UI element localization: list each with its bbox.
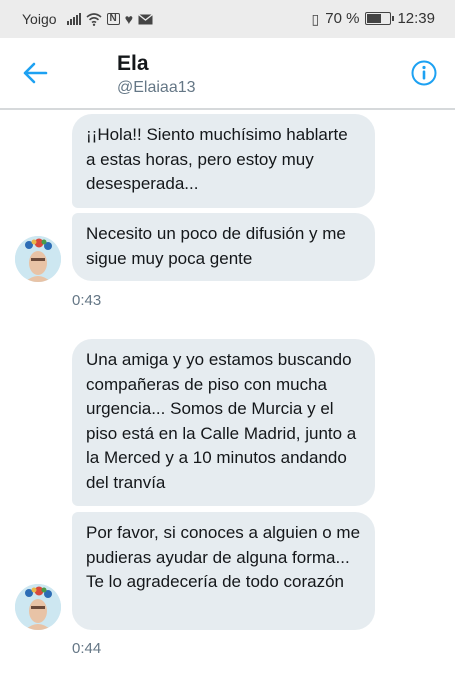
message-timestamp: 0:44 [72,640,102,657]
message-bubble[interactable]: Una amiga y yo estamos buscando compañer… [72,339,375,506]
status-left: Yoigo N ♥ [22,11,153,27]
message-timestamp: 0:43 [72,292,102,309]
avatar[interactable] [15,236,61,282]
avatar[interactable] [15,584,61,630]
conversation-header: Ela @Elaiaa13 [0,38,455,110]
mail-icon [138,13,153,24]
contact-name[interactable]: Ela [117,52,149,76]
info-icon[interactable] [411,60,437,86]
vibrate-icon: ▯ [311,10,320,27]
heart-icon: ♥ [124,11,134,27]
battery-icon [365,12,395,25]
avatar-image [15,584,61,630]
wifi-icon [86,12,102,26]
avatar-image [15,236,61,282]
message-bubble[interactable]: Necesito un poco de difusión y me sigue … [72,213,375,281]
back-arrow-icon[interactable] [22,62,48,84]
status-right: ▯ 70 % 12:39 [312,10,435,27]
battery-fill [367,14,382,23]
status-bar: Yoigo N ♥ ▯ 70 % 12:39 [0,0,455,38]
cell-signal-icon [66,13,81,25]
battery-percent: 70 % [325,10,360,27]
nfc-icon: N [106,13,120,25]
message-bubble[interactable]: ¡¡Hola!! Siento muchísimo hablarte a est… [72,114,375,208]
message-bubble[interactable]: Por favor, si conoces a alguien o me pud… [72,512,375,630]
carrier-label: Yoigo [22,11,57,27]
contact-handle[interactable]: @Elaiaa13 [117,79,196,97]
clock: 12:39 [397,10,435,27]
